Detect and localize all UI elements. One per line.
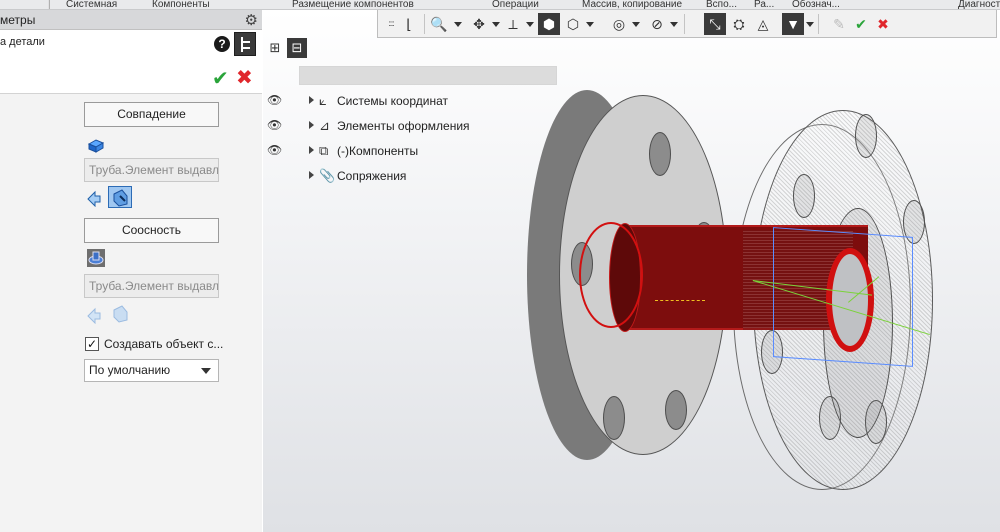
select-value: По умолчанию (89, 363, 171, 377)
ribbon-tab-strip: | Системная Компоненты Размещение компон… (0, 0, 1000, 10)
expand-arrow-icon[interactable] (309, 121, 314, 129)
coaxial-object-field[interactable]: Труба.Элемент выдавли (84, 274, 219, 298)
coincidence-button[interactable]: Совпадение (84, 102, 219, 127)
ribbon-tab-array[interactable]: Массив, копирование (582, 0, 682, 9)
chevron-down-icon (201, 368, 211, 374)
coaxial-button[interactable]: Соосность (84, 218, 219, 243)
ribbon-tab-system[interactable]: Системная (66, 0, 117, 9)
ribbon-tab-sizes[interactable]: Ра... (754, 0, 774, 9)
view-toolbar: :::: ⌊ 🔍 ✥ ⟂ ⬢ ⬡ ◎ ⊘ ⤡ ⛭ ◬ ▼ ✎ ✔ ✖ (377, 10, 997, 38)
ok-button[interactable]: ✔ (212, 66, 229, 91)
pipette-icon: ✎ (833, 16, 845, 32)
flange-hole (855, 114, 877, 158)
pan-icon[interactable]: ✥ (468, 13, 490, 35)
expand-arrow-icon[interactable] (309, 96, 314, 104)
panel-body: Совпадение Труба.Элемент выдавли Сооснос… (0, 94, 262, 532)
expand-arrow-icon[interactable] (309, 171, 314, 179)
hide-show-icon[interactable]: ◎ (608, 13, 630, 35)
ribbon-separator: | (48, 0, 51, 10)
zoom-dropdown-icon[interactable] (454, 22, 462, 27)
coincidence-object-field[interactable]: Труба.Элемент выдавли (84, 158, 219, 182)
default-option-select[interactable]: По умолчанию (84, 359, 219, 382)
direction-reverse-toggle[interactable] (108, 186, 132, 208)
tree-item-label: Элементы оформления (337, 119, 470, 133)
paperclip-icon: 📎 (319, 168, 336, 183)
expand-arrow-icon[interactable] (309, 146, 314, 154)
ribbon-tab-diagnostics[interactable]: Диагност (958, 0, 1000, 9)
layers-icon[interactable]: ◬ (752, 13, 774, 35)
tree-item-label: (-)Компоненты (337, 144, 419, 158)
pan-dropdown-icon[interactable] (492, 22, 500, 27)
eye-icon[interactable]: 👁 (267, 143, 282, 157)
toolbar-ok-icon[interactable]: ✔ (850, 13, 872, 35)
view-orientation-icon[interactable]: ⟂ (502, 13, 524, 35)
orientation-dropdown-icon[interactable] (526, 22, 534, 27)
tree-item-label: Системы координат (337, 94, 448, 108)
direction-forward-disabled-icon (87, 307, 101, 324)
direction-reverse-disabled-icon (113, 305, 128, 323)
ribbon-tab-designations[interactable]: Обознач... (792, 0, 840, 9)
toolbar-cancel-icon[interactable]: ✖ (872, 13, 894, 35)
direction-reverse-icon (113, 189, 128, 207)
constraint-mode-icon[interactable]: ⤡ (704, 13, 726, 35)
flange-hole (665, 390, 687, 430)
selected-edge-highlight (579, 222, 643, 328)
fix-component-icon[interactable]: ⛭ (728, 13, 750, 35)
tree-item-label: Сопряжения (337, 169, 407, 183)
help-button[interactable]: ? (214, 36, 230, 52)
toolbar-separator (818, 14, 819, 34)
zoom-icon[interactable]: 🔍 (428, 13, 450, 35)
eye-icon[interactable]: 👁 (267, 93, 282, 107)
filter-dropdown-icon[interactable] (806, 22, 814, 27)
filter-icon[interactable]: ▼ (782, 13, 804, 35)
create-object-label: Создавать объект с... (104, 337, 224, 351)
components-icon: ⧉ (319, 143, 329, 158)
tree-icon (241, 37, 251, 52)
flange-hole (603, 396, 625, 440)
coordinate-system-icon: ⟀ (319, 93, 327, 108)
create-object-checkbox[interactable]: ✓ (85, 337, 99, 351)
tree-toggle-button[interactable] (234, 32, 256, 56)
face-select-icon[interactable] (86, 134, 106, 154)
axis-select-icon[interactable] (86, 248, 106, 268)
tree-filter-field[interactable] (299, 66, 557, 85)
hide-show-dropdown-icon[interactable] (632, 22, 640, 27)
tree-list-icon[interactable]: ⊟ (287, 38, 307, 58)
ribbon-tab-placement[interactable]: Размещение компонентов (292, 0, 414, 9)
ribbon-tab-components[interactable]: Компоненты (152, 0, 210, 9)
gear-icon[interactable]: ⚙ (245, 11, 258, 29)
panel-header: метры ⚙ (0, 10, 262, 30)
toolbar-separator (424, 14, 425, 34)
panel-title: метры (0, 13, 36, 27)
ribbon-tab-auxiliary[interactable]: Вспо... (706, 0, 737, 9)
shaded-mode-icon[interactable]: ⬢ (538, 13, 560, 35)
pipe-axis-line (655, 300, 705, 301)
toolbar-separator (684, 14, 685, 34)
panel-sublabel: а детали (0, 36, 45, 48)
model-viewport[interactable]: :::: ⌊ 🔍 ✥ ⟂ ⬢ ⬡ ◎ ⊘ ⤡ ⛭ ◬ ▼ ✎ ✔ ✖ ⊞ ⊟ 👁… (263, 10, 1000, 532)
cancel-button[interactable]: ✖ (236, 65, 253, 90)
section-view-icon[interactable]: ⊘ (646, 13, 668, 35)
wireframe-mode-icon[interactable]: ⬡ (562, 13, 584, 35)
tree-structure-icon[interactable]: ⊞ (265, 38, 285, 58)
panel-subheader: а детали ? ✔ ✖ (0, 30, 262, 94)
ribbon-tab-operations[interactable]: Операции (492, 0, 539, 9)
design-elements-icon: ⊿ (319, 118, 330, 133)
parameters-panel: метры ⚙ а детали ? ✔ ✖ Совпадение Труба.… (0, 10, 262, 532)
flange-hole (649, 132, 671, 176)
eye-icon[interactable]: 👁 (267, 118, 282, 132)
direction-forward-icon[interactable] (86, 187, 106, 207)
orientation-icon[interactable]: ⌊ (398, 13, 420, 35)
flange-hole (793, 174, 815, 218)
section-dropdown-icon[interactable] (670, 22, 678, 27)
display-mode-dropdown-icon[interactable] (586, 22, 594, 27)
